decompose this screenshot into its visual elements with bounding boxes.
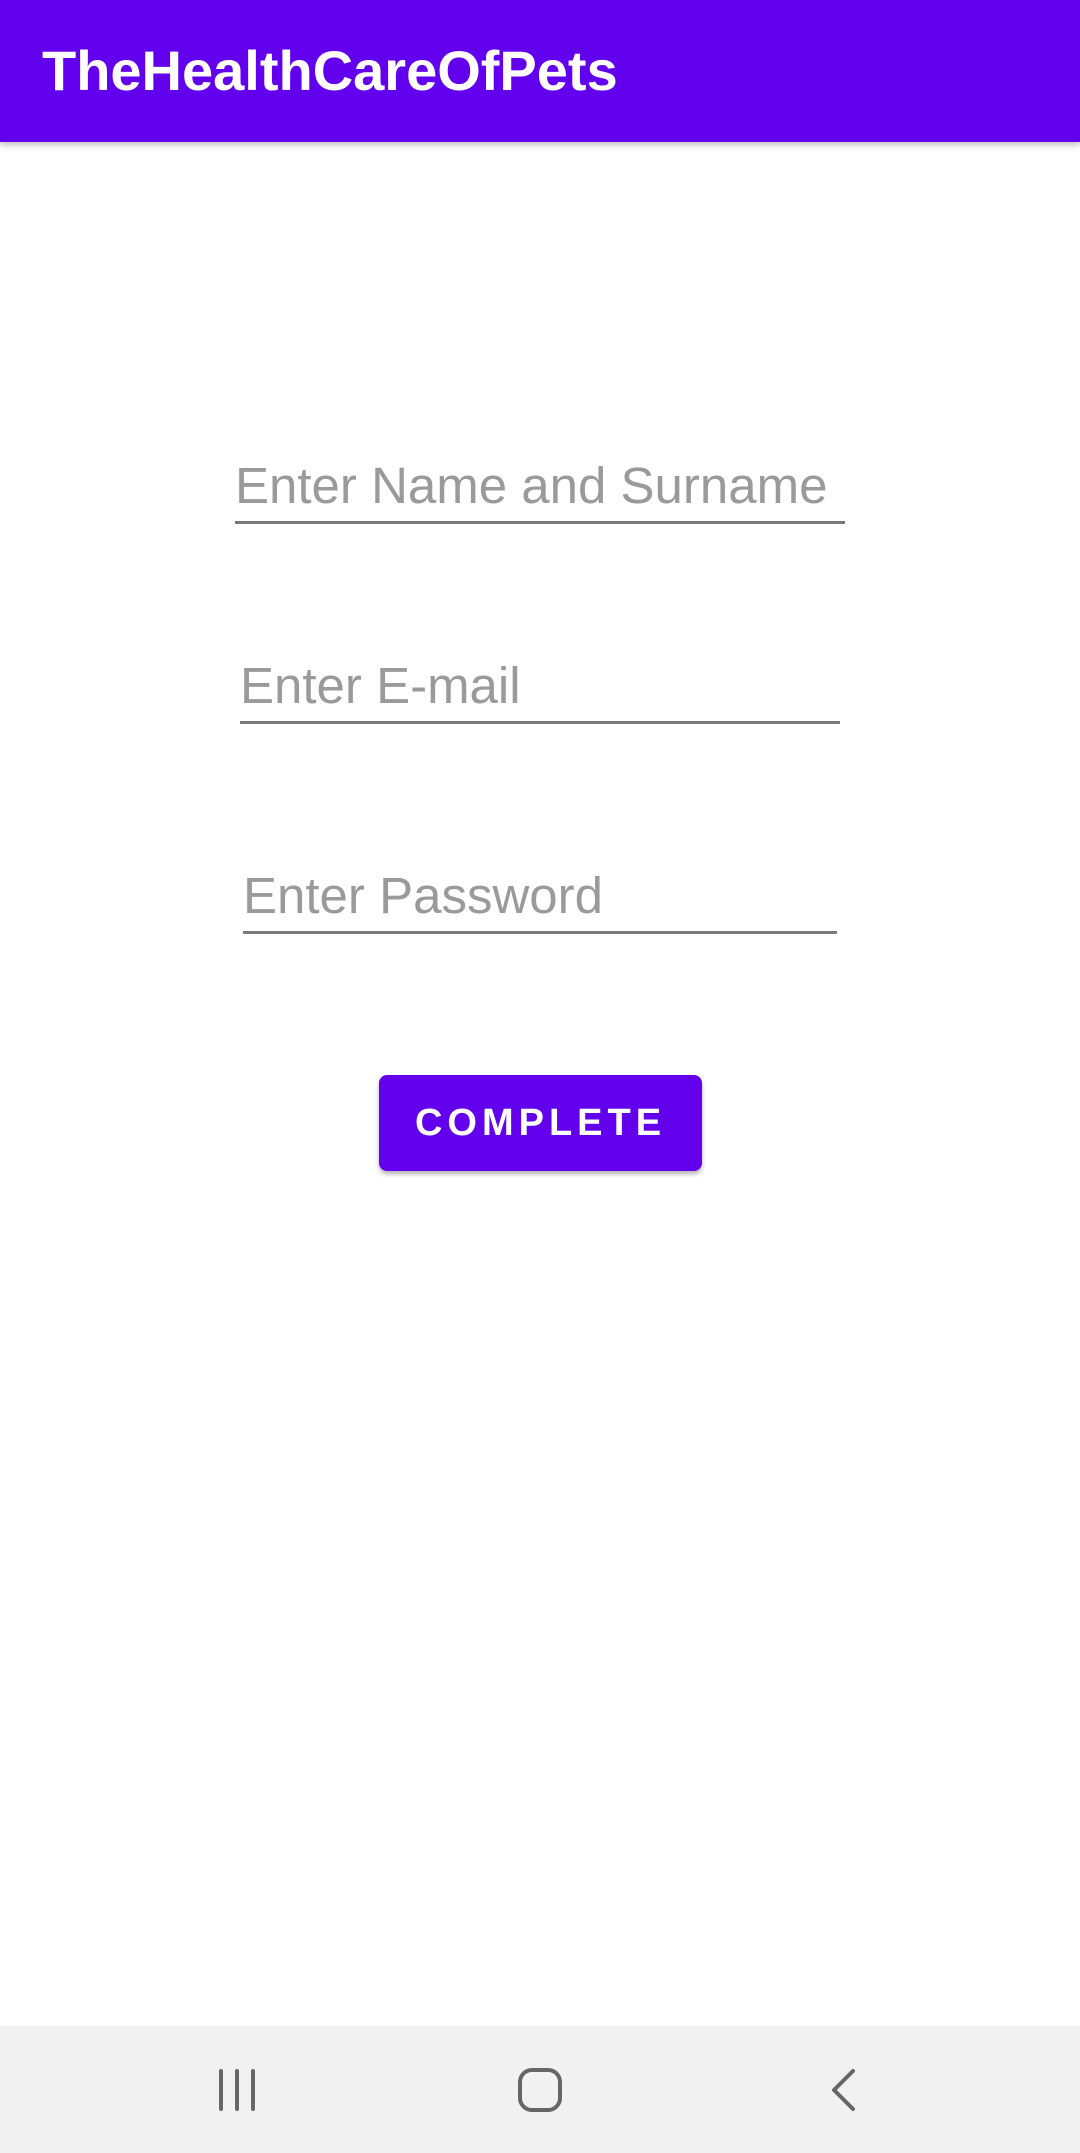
back-icon [832, 2068, 855, 2111]
app-bar: TheHealthCareOfPets [0, 0, 1080, 142]
email-field[interactable] [240, 630, 840, 724]
recents-button[interactable] [137, 2026, 337, 2153]
name-field[interactable] [235, 430, 845, 524]
system-navigation-bar [0, 2026, 1080, 2153]
email-input[interactable] [240, 656, 840, 715]
back-button[interactable] [743, 2026, 943, 2153]
name-input[interactable] [235, 456, 845, 515]
password-field[interactable] [243, 840, 837, 934]
app-title: TheHealthCareOfPets [42, 39, 618, 102]
recents-icon [219, 2068, 255, 2111]
home-icon [518, 2067, 562, 2112]
home-button[interactable] [440, 2026, 640, 2153]
password-input[interactable] [243, 866, 837, 925]
complete-button[interactable]: COMPLETE [379, 1075, 702, 1171]
